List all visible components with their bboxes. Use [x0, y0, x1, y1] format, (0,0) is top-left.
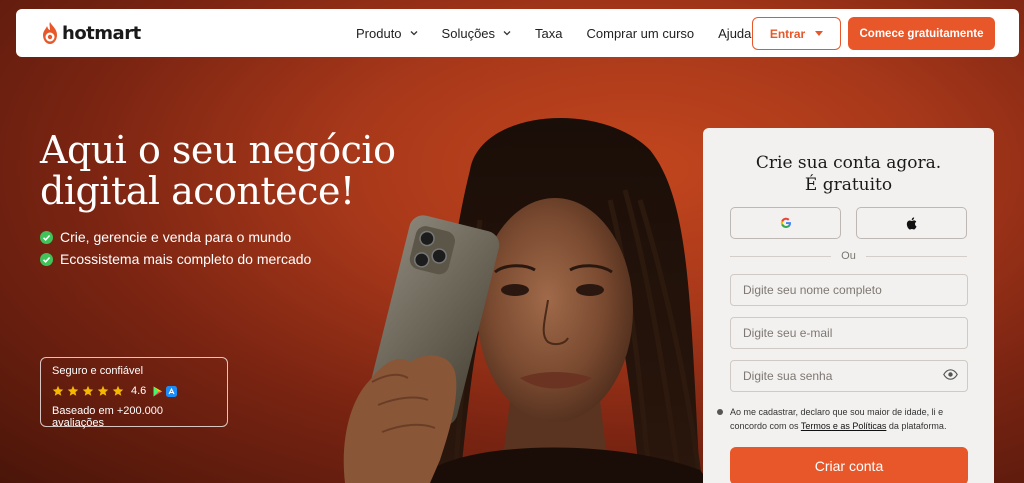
neck: [500, 400, 610, 483]
menu-item-label: Ajuda: [718, 25, 752, 41]
divider-line: [730, 255, 832, 257]
star-icon: [82, 385, 94, 396]
menu-item-solucoes[interactable]: Soluções: [442, 26, 511, 41]
signup-card: Crie sua conta agora. É gratuito Ou Ao m…: [703, 128, 994, 483]
app-store-icon: [166, 385, 178, 397]
flame-icon: [43, 22, 57, 44]
chevron-down-icon: [503, 31, 511, 36]
google-icon: [780, 217, 791, 228]
star-icon: [97, 385, 109, 396]
apple-signup-button[interactable]: [856, 207, 967, 239]
menu-item-label: Produto: [356, 25, 402, 41]
login-button[interactable]: Entrar: [752, 17, 841, 50]
login-button-label: Entrar: [769, 26, 806, 41]
signup-title: Crie sua conta agora. É gratuito: [703, 152, 994, 196]
face: [477, 198, 633, 422]
menu-item-taxa[interactable]: Taxa: [535, 26, 562, 41]
hotmart-logo[interactable]: hotmart: [40, 21, 141, 45]
menu-item-ajuda[interactable]: Ajuda: [718, 26, 751, 41]
rating-row: 4.6: [52, 384, 216, 398]
full-name-input[interactable]: [730, 274, 968, 306]
password-input[interactable]: [730, 360, 968, 392]
check-circle-icon: [40, 252, 53, 266]
star-icon: [67, 385, 79, 396]
consent-bullet: [717, 409, 723, 415]
divider-or: Ou: [730, 248, 967, 264]
logo-text: hotmart: [62, 22, 141, 44]
divider-line: [865, 255, 967, 257]
terms-consent: Ao me cadastrar, declaro que sou maior d…: [717, 405, 979, 433]
check-circle-icon: [40, 230, 53, 244]
create-account-button[interactable]: Criar conta: [730, 447, 968, 483]
menu-item-label: Taxa: [535, 25, 563, 41]
terms-text: Ao me cadastrar, declaro que sou maior d…: [730, 407, 947, 431]
menu-item-produto[interactable]: Produto: [356, 26, 418, 41]
signup-title-line: É gratuito: [804, 175, 893, 195]
reviews-text: Baseado em +200.000 avaliações: [52, 405, 164, 429]
top-navbar: hotmart Produto Soluções Taxa Comprar um…: [16, 9, 1019, 57]
hero-bullets: Crie, gerencie e venda para o mundo Ecos…: [40, 226, 311, 270]
divider-text: Ou: [841, 250, 856, 262]
signup-title-line: Crie sua conta agora.: [755, 153, 942, 173]
hero-title-line: Aqui o seu negócio: [40, 128, 396, 172]
google-play-icon: [153, 386, 163, 396]
star-icon: [112, 385, 124, 396]
start-free-button[interactable]: Comece gratuitamente: [848, 17, 995, 50]
hero-title: Aqui o seu negócio digital acontece!: [40, 130, 440, 212]
bullet-text: Ecossistema mais completo do mercado: [60, 251, 312, 267]
apple-icon: [906, 216, 917, 230]
hero-title-line: digital acontece!: [40, 169, 355, 213]
trust-badge: Seguro e confiável 4.6 Baseado em +200.0…: [40, 357, 228, 429]
main-menu: Produto Soluções Taxa Comprar um curso A…: [356, 9, 751, 57]
bullet-item: Crie, gerencie e venda para o mundo: [40, 226, 311, 248]
smartphone: [367, 215, 500, 426]
bullet-text: Crie, gerencie e venda para o mundo: [60, 229, 292, 245]
hand: [343, 355, 457, 483]
bullet-item: Ecossistema mais completo do mercado: [40, 248, 311, 270]
rating-value: 4.6: [131, 385, 147, 397]
show-password-eye-icon[interactable]: [943, 369, 958, 380]
menu-item-label: Comprar um curso: [586, 25, 695, 41]
shirt: [420, 447, 710, 483]
menu-item-label: Soluções: [441, 25, 496, 41]
email-input[interactable]: [730, 317, 968, 349]
star-icon: [52, 385, 64, 396]
hair: [420, 117, 700, 483]
trust-title: Seguro e confiável: [52, 365, 144, 377]
chevron-down-icon: [410, 31, 418, 36]
caret-down-icon: [815, 31, 824, 36]
terms-link[interactable]: Termos e as Políticas: [801, 421, 887, 431]
google-signup-button[interactable]: [730, 207, 841, 239]
menu-item-comprar-curso[interactable]: Comprar um curso: [587, 26, 695, 41]
